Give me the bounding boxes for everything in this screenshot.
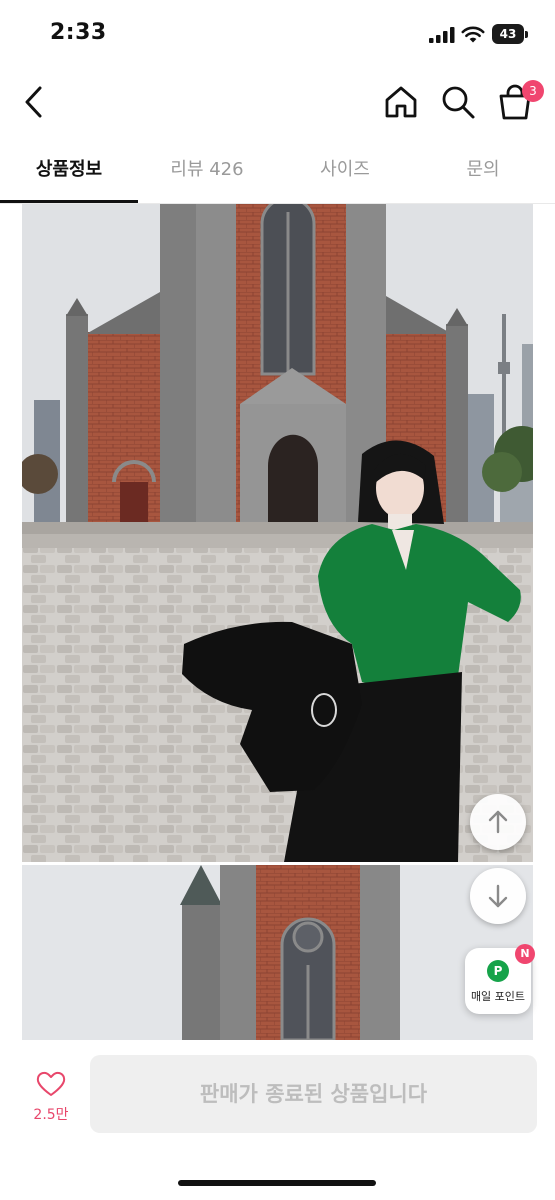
status-time: 2:33	[50, 20, 107, 45]
new-badge: N	[515, 944, 535, 964]
cart-count-badge: 3	[522, 80, 544, 102]
arrow-up-icon	[488, 810, 508, 834]
home-icon[interactable]	[381, 82, 421, 122]
home-indicator	[178, 1180, 376, 1186]
search-icon[interactable]	[438, 82, 478, 122]
active-tab-indicator	[0, 200, 138, 203]
battery-icon: 43	[492, 24, 528, 44]
tab-size[interactable]: 사이즈	[276, 142, 414, 204]
product-tabs: 상품정보 리뷰 426 사이즈 문의	[0, 142, 555, 204]
scroll-up-button[interactable]	[470, 794, 526, 850]
purchase-button-disabled[interactable]: 판매가 종료된 상품입니다	[90, 1055, 537, 1133]
heart-icon[interactable]	[36, 1070, 66, 1098]
product-photo-image	[22, 204, 533, 862]
battery-level: 43	[492, 24, 524, 44]
bottom-action-bar: 2.5만 판매가 종료된 상품입니다	[0, 1040, 555, 1200]
product-photo	[22, 204, 533, 862]
points-p-icon: P	[487, 960, 509, 982]
scroll-down-button[interactable]	[470, 868, 526, 924]
product-photo-2	[22, 865, 533, 1040]
tab-inquiry[interactable]: 문의	[414, 142, 552, 204]
status-bar: 2:33 43	[0, 0, 555, 64]
app-header	[0, 64, 555, 142]
arrow-down-icon	[488, 884, 508, 908]
back-icon[interactable]	[18, 82, 50, 122]
wifi-icon	[461, 26, 485, 43]
product-photo-2-image	[22, 865, 533, 1040]
points-label: 매일 포인트	[470, 990, 526, 1003]
tab-reviews[interactable]: 리뷰 426	[138, 142, 276, 204]
signal-icon	[429, 27, 455, 43]
tab-product-info[interactable]: 상품정보	[0, 142, 138, 204]
like-count: 2.5만	[33, 1107, 69, 1123]
